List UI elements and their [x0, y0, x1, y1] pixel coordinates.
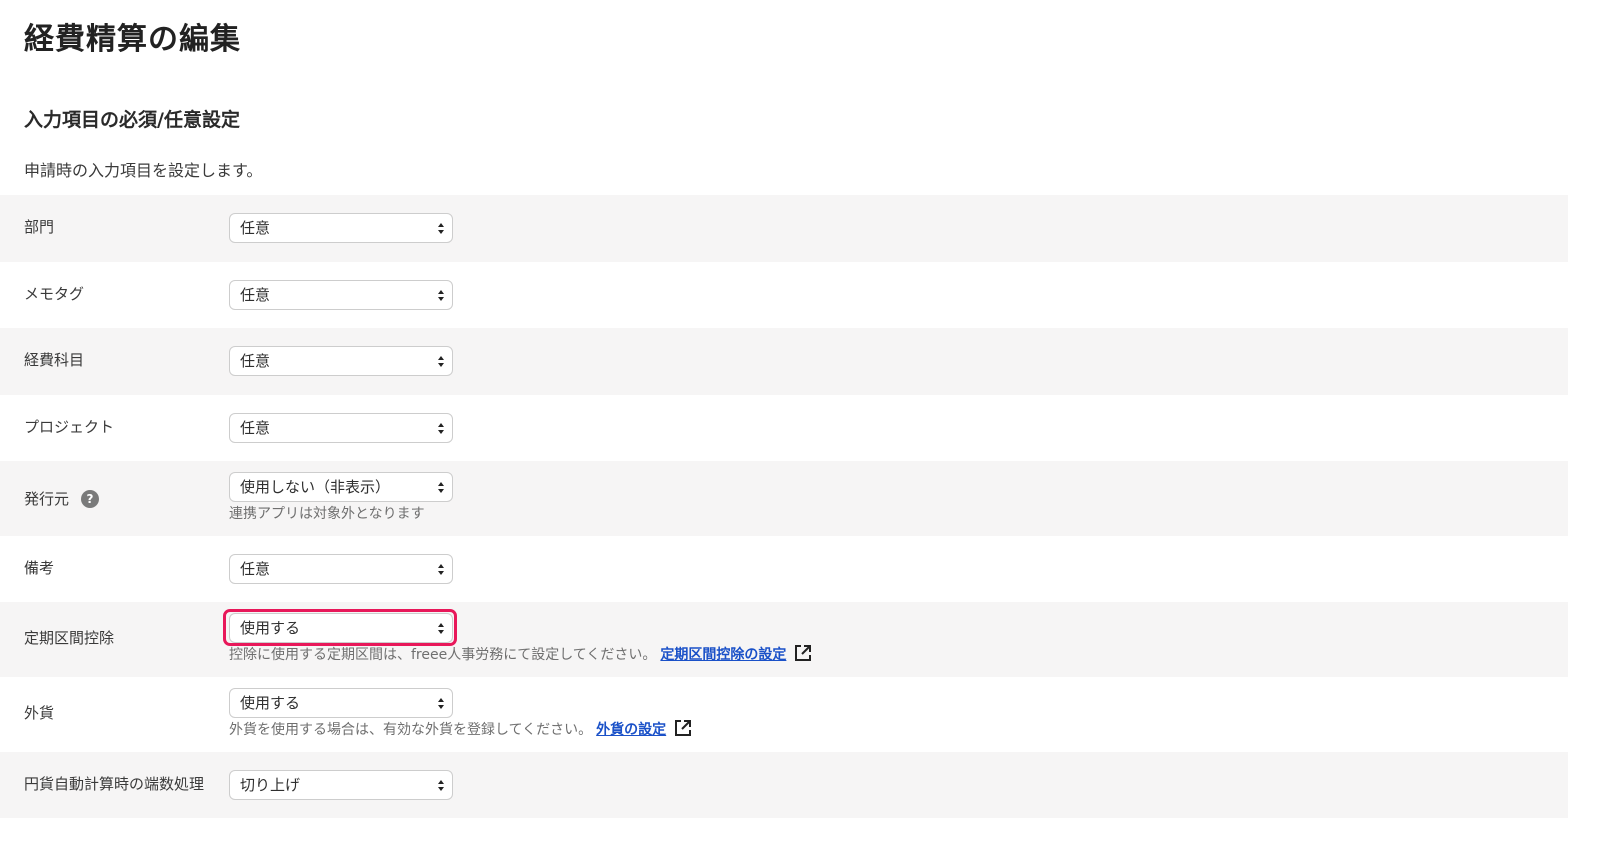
setting-row-foreign-currency: 外貨 使用する 外貨を使用する場合は、有効な外貨を登録してください。 外貨の設定	[0, 677, 1568, 752]
setting-label-department: 部門	[24, 218, 55, 236]
setting-row-project: プロジェクト 任意	[0, 395, 1568, 461]
setting-label-rounding: 円貨自動計算時の端数処理	[24, 775, 205, 793]
project-select[interactable]: 任意	[229, 413, 453, 443]
memo-tag-select-value: 任意	[240, 286, 271, 304]
memo-tag-select[interactable]: 任意	[229, 280, 453, 310]
select-arrows-icon	[438, 564, 444, 575]
setting-label-commuter-deduction: 定期区間控除	[24, 629, 115, 647]
setting-label-note: 備考	[24, 559, 55, 577]
foreign-currency-settings-link[interactable]: 外貨の設定	[596, 722, 666, 738]
commuter-deduction-select-value: 使用する	[240, 619, 301, 637]
select-arrows-icon	[438, 356, 444, 367]
section-title: 入力項目の必須/任意設定	[24, 109, 240, 131]
page-title: 経費精算の編集	[24, 22, 241, 57]
foreign-currency-select[interactable]: 使用する	[229, 688, 453, 718]
note-select-value: 任意	[240, 560, 271, 578]
foreign-currency-help-text: 外貨を使用する場合は、有効な外貨を登録してください。	[229, 722, 593, 738]
setting-label-expense-account: 経費科目	[24, 351, 85, 369]
department-select-value: 任意	[240, 219, 271, 237]
setting-label-memo-tag: メモタグ	[24, 285, 85, 303]
foreign-currency-select-value: 使用する	[240, 694, 301, 712]
issuer-help-text: 連携アプリは対象外となります	[229, 506, 425, 522]
rounding-select-value: 切り上げ	[240, 776, 301, 794]
select-arrows-icon	[438, 698, 444, 709]
select-arrows-icon	[438, 780, 444, 791]
expense-account-select[interactable]: 任意	[229, 346, 453, 376]
expense-account-select-value: 任意	[240, 352, 271, 370]
rounding-select[interactable]: 切り上げ	[229, 770, 453, 800]
setting-row-department: 部門 任意	[0, 195, 1568, 262]
setting-label-foreign-currency: 外貨	[24, 704, 55, 722]
commuter-deduction-settings-link[interactable]: 定期区間控除の設定	[660, 647, 786, 663]
select-arrows-icon	[438, 482, 444, 493]
select-arrows-icon	[438, 290, 444, 301]
commuter-deduction-help-text: 控除に使用する定期区間は、freee人事労務にて設定してください。	[229, 647, 657, 663]
external-link-icon[interactable]	[794, 644, 812, 662]
section-description: 申請時の入力項目を設定します。	[24, 161, 263, 180]
department-select[interactable]: 任意	[229, 213, 453, 243]
setting-row-memo-tag: メモタグ 任意	[0, 262, 1568, 328]
setting-row-note: 備考 任意	[0, 536, 1568, 602]
setting-label-issuer: 発行元	[24, 490, 70, 508]
setting-row-issuer: 発行元 ? 使用しない（非表示） 連携アプリは対象外となります	[0, 461, 1568, 536]
select-arrows-icon	[438, 223, 444, 234]
commuter-deduction-select[interactable]: 使用する	[229, 613, 453, 643]
settings-list: 部門 任意 メモタグ 任意 経費科目 任意 プロジェクト 任意 発行元 ? 使用…	[0, 195, 1568, 818]
setting-row-rounding: 円貨自動計算時の端数処理 切り上げ	[0, 752, 1568, 818]
issuer-select-value: 使用しない（非表示）	[240, 478, 391, 496]
commuter-deduction-help: 控除に使用する定期区間は、freee人事労務にて設定してください。 定期区間控除の…	[229, 644, 812, 665]
select-arrows-icon	[438, 423, 444, 434]
issuer-select[interactable]: 使用しない（非表示）	[229, 472, 453, 502]
foreign-currency-help: 外貨を使用する場合は、有効な外貨を登録してください。 外貨の設定	[229, 719, 692, 740]
external-link-icon[interactable]	[674, 719, 692, 737]
project-select-value: 任意	[240, 419, 271, 437]
select-arrows-icon	[438, 623, 444, 634]
setting-row-commuter-deduction: 定期区間控除 使用する 控除に使用する定期区間は、freee人事労務にて設定して…	[0, 602, 1568, 677]
setting-row-expense-account: 経費科目 任意	[0, 328, 1568, 395]
setting-label-project: プロジェクト	[24, 418, 115, 436]
question-icon[interactable]: ?	[81, 490, 99, 508]
note-select[interactable]: 任意	[229, 554, 453, 584]
